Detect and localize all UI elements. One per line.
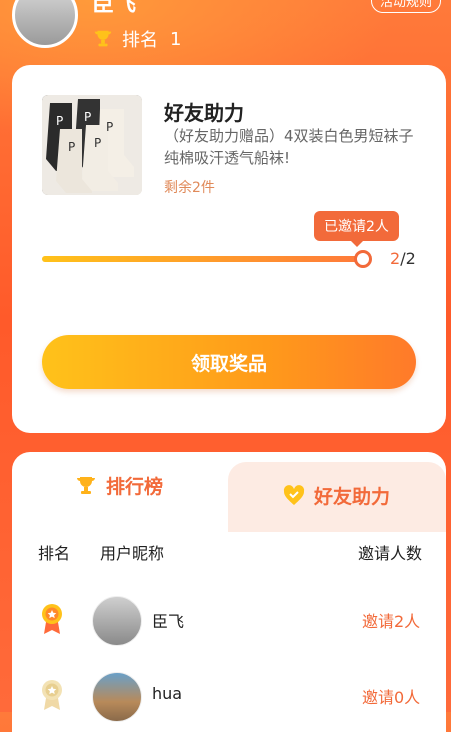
table-row[interactable]: hua 邀请0人 <box>12 670 446 730</box>
product-image[interactable]: P P P P P <box>42 95 142 195</box>
svg-text:P: P <box>56 114 63 128</box>
row-invites: 邀请0人 <box>362 688 421 707</box>
product-description: （好友助力赠品）4双装白色男短袜子纯棉吸汗透气船袜! <box>164 127 414 167</box>
rank-row: 排名 1 <box>92 26 181 52</box>
progress-knob <box>354 250 372 268</box>
avatar <box>92 672 142 722</box>
tab-leaderboard-label: 排行榜 <box>106 476 164 498</box>
socks-image: P P P P P <box>42 95 142 195</box>
ranking-panel: 排行榜 好友助力 排名 用户昵称 邀请人数 臣飞 邀请2人 hua 邀请0人 <box>12 452 446 732</box>
rules-button[interactable]: 活动规则 <box>370 0 441 13</box>
avatar <box>92 596 142 646</box>
claim-prize-button[interactable]: 领取奖品 <box>42 335 416 389</box>
progress-count: 2/2 <box>390 249 416 268</box>
column-invites: 邀请人数 <box>358 544 423 563</box>
tab-friend-help-label: 好友助力 <box>314 486 391 508</box>
tab-friend-help[interactable]: 好友助力 <box>282 482 390 509</box>
table-row[interactable]: 臣飞 邀请2人 <box>12 594 446 654</box>
invited-tooltip: 已邀请2人 <box>314 211 399 247</box>
invite-progress-bar <box>42 256 360 262</box>
tab-leaderboard[interactable]: 排行榜 <box>74 472 163 499</box>
svg-text:P: P <box>68 140 75 154</box>
product-title: 好友助力 <box>164 101 244 125</box>
rank-label: 排名 <box>122 30 158 51</box>
trophy-icon <box>94 30 112 47</box>
svg-text:P: P <box>84 110 91 124</box>
row-nickname: 臣飞 <box>152 612 185 631</box>
row-nickname: hua <box>152 684 183 703</box>
heart-icon <box>283 484 305 505</box>
trophy-icon <box>77 476 95 494</box>
column-nickname: 用户昵称 <box>100 544 165 563</box>
column-rank: 排名 <box>38 544 71 563</box>
progress-current: 2 <box>390 249 401 268</box>
remaining-stock: 剩余2件 <box>164 180 215 196</box>
svg-text:P: P <box>106 120 113 134</box>
rank-value: 1 <box>170 28 182 50</box>
gold-medal-icon <box>42 604 62 634</box>
svg-text:P: P <box>94 136 101 150</box>
silver-medal-icon <box>42 680 62 710</box>
progress-total: /2 <box>400 249 416 268</box>
row-invites: 邀请2人 <box>362 612 421 631</box>
user-name: 臣飞 <box>92 0 137 17</box>
invite-progress-fill <box>42 256 360 262</box>
prize-card: P P P P P 好友助力 （好友助力赠品）4双装白色男短袜子纯棉吸汗透气船袜… <box>12 65 446 433</box>
